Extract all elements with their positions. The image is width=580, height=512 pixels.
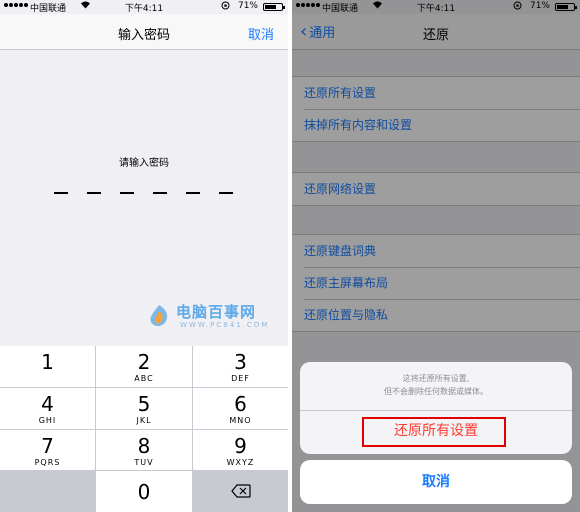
- watermark-logo-icon: [150, 305, 168, 327]
- key-letters: TUV: [134, 458, 154, 467]
- key-5[interactable]: 5 JKL: [96, 388, 193, 430]
- passcode-slot: [219, 192, 233, 194]
- passcode-slot: [153, 192, 167, 194]
- page-title: 输入密码: [117, 28, 170, 43]
- backspace-icon: [231, 484, 251, 498]
- battery-icon: [263, 3, 285, 11]
- divider: [300, 410, 572, 411]
- message-line: 但不会删除任何数据或媒体。: [384, 387, 488, 396]
- key-digit: 5: [137, 392, 151, 416]
- key-digit: 1: [41, 350, 54, 374]
- key-letters: GHI: [38, 416, 57, 425]
- message-line: 这将还原所有设置,: [402, 374, 470, 383]
- passcode-slot: [120, 192, 134, 194]
- key-digit: 8: [137, 434, 151, 458]
- key-blank: [0, 471, 96, 512]
- key-digit: 4: [41, 392, 54, 416]
- cancel-button[interactable]: 取消: [248, 24, 274, 43]
- key-digit: 6: [234, 392, 247, 416]
- watermark-url: WWW.PC841.COM: [180, 321, 270, 329]
- delete-key[interactable]: [193, 471, 288, 512]
- key-letters: ABC: [134, 374, 154, 383]
- key-digit: 7: [41, 434, 54, 458]
- passcode-slot: [87, 192, 101, 194]
- key-letters: JKL: [136, 416, 152, 425]
- passcode-dots: [54, 192, 233, 194]
- key-digit: 9: [234, 434, 247, 458]
- key-0[interactable]: 0: [96, 471, 193, 512]
- action-sheet-message: 这将还原所有设置, 但不会删除任何数据或媒体。: [300, 372, 572, 398]
- passcode-screen: 中国联通 下午4:11 71% 输入密码 取消 请输入密码 电脑百事网 WWW.…: [0, 0, 288, 512]
- numeric-keypad: 1 2 ABC 3 DEF 4 GHI 5 JKL 6 MNO 7 PQRS 8: [0, 346, 288, 512]
- watermark-title: 电脑百事网: [176, 303, 257, 321]
- key-1[interactable]: 1: [0, 346, 96, 388]
- orientation-lock-icon: [221, 1, 230, 13]
- passcode-slot: [186, 192, 200, 194]
- key-2[interactable]: 2 ABC: [96, 346, 193, 388]
- key-digit: 0: [137, 480, 151, 504]
- key-letters: WXYZ: [226, 458, 255, 467]
- status-bar: 中国联通 下午4:11 71%: [0, 0, 288, 14]
- key-digit: 2: [137, 350, 151, 374]
- key-letters: DEF: [231, 374, 250, 383]
- key-4[interactable]: 4 GHI: [0, 388, 96, 430]
- key-6[interactable]: 6 MNO: [193, 388, 288, 430]
- key-letters: MNO: [229, 416, 252, 425]
- key-letters: PQRS: [34, 458, 61, 467]
- key-digit: 3: [234, 350, 247, 374]
- nav-bar: 输入密码 取消: [0, 14, 288, 50]
- passcode-prompt: 请输入密码: [119, 158, 169, 169]
- key-8[interactable]: 8 TUV: [96, 430, 193, 471]
- sheet-cancel-button[interactable]: 取消: [300, 460, 572, 504]
- key-7[interactable]: 7 PQRS: [0, 430, 96, 471]
- watermark: 电脑百事网 WWW.PC841.COM: [146, 301, 278, 337]
- key-9[interactable]: 9 WXYZ: [193, 430, 288, 471]
- battery-percent: 71%: [237, 1, 258, 11]
- highlight-box: [362, 417, 506, 447]
- passcode-slot: [54, 192, 68, 194]
- key-3[interactable]: 3 DEF: [193, 346, 288, 388]
